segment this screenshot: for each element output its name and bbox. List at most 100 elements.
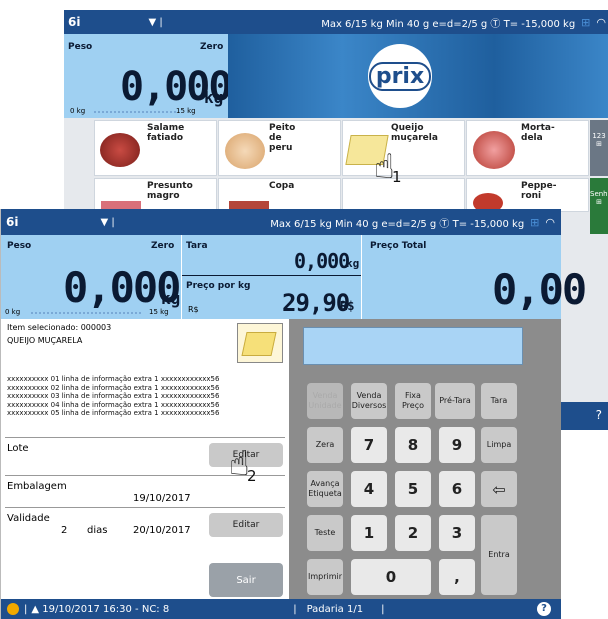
- salame-image: [100, 133, 140, 167]
- key-1-label: 1: [363, 524, 375, 542]
- side-tab-senha[interactable]: Senha⊞: [590, 178, 608, 234]
- imprimir-button[interactable]: Imprimir: [307, 559, 343, 595]
- front-help-icon[interactable]: ?: [537, 602, 551, 616]
- front-dropdown-icon[interactable]: ▼ |: [100, 217, 114, 228]
- key-1[interactable]: 1: [351, 515, 387, 551]
- key-6-label: 6: [451, 480, 463, 498]
- key-4[interactable]: 4: [351, 471, 387, 507]
- side-tab-123[interactable]: 123 ⊞: [590, 120, 608, 176]
- fixa-preco-button[interactable]: Fixa Preço: [395, 383, 431, 419]
- front-topbar: 6i ▼ | Max 6/15 kg Min 40 g e=d=2/5 g Ⓣ …: [1, 209, 561, 235]
- item-image: [237, 323, 283, 363]
- embalagem-label: Embalagem: [7, 481, 67, 492]
- key-9[interactable]: 9: [439, 427, 475, 463]
- backspace-button[interactable]: ⇦: [481, 471, 517, 507]
- back-weight-panel: Peso Zero 0,000 kg 0 kg 15 kg: [64, 34, 232, 118]
- limpa-label: Limpa: [486, 440, 512, 449]
- tara-key-label: Tara: [490, 396, 508, 405]
- embalagem-date: 19/10/2017: [133, 493, 191, 504]
- limpa-button[interactable]: Limpa: [481, 427, 517, 463]
- prix-logo-text: prix: [368, 61, 432, 91]
- tara-value: 0,000: [294, 249, 350, 273]
- bottom-divider-3: |: [381, 603, 385, 615]
- product-queijo-label: Queijo muçarela: [391, 123, 438, 143]
- venda-unidade-label: Venda Unidade: [308, 391, 342, 410]
- avanca-label: Avança Etiqueta: [308, 479, 342, 498]
- key-3-label: 3: [451, 524, 463, 542]
- avanca-etiqueta-button[interactable]: Avança Etiqueta: [307, 471, 343, 507]
- price-per-kg-currency: R$: [188, 305, 199, 314]
- peru-image: [225, 133, 265, 169]
- product-presunto[interactable]: Presunto magro: [94, 178, 217, 213]
- prix-logo: prix: [368, 44, 432, 108]
- teste-button[interactable]: Teste: [307, 515, 343, 551]
- product-salame-label: Salame fatiado: [147, 123, 185, 143]
- back-app-name: 6i: [68, 15, 81, 29]
- product-copa-label: Copa: [269, 181, 295, 191]
- pre-tara-label: Pré-Tara: [439, 396, 471, 405]
- key-0[interactable]: 0: [351, 559, 431, 595]
- product-pepperoni[interactable]: Peppe-roni: [466, 178, 589, 213]
- keypad-display[interactable]: [303, 327, 523, 365]
- key-2[interactable]: 2: [395, 515, 431, 551]
- datetime-text: ▲ 19/10/2017 16:30 - NC: 8: [31, 603, 170, 615]
- total-value: 0,00: [492, 265, 587, 314]
- validade-date: 20/10/2017: [133, 525, 191, 536]
- sair-button[interactable]: Sair: [209, 563, 283, 597]
- product-presunto-label: Presunto magro: [147, 181, 193, 201]
- back-topbar: 6i ▼ | Max 6/15 kg Min 40 g e=d=2/5 g Ⓣ …: [64, 10, 608, 34]
- bottom-divider-1: |: [24, 603, 28, 615]
- back-wifi-icon: ◠: [596, 15, 606, 29]
- key-comma-label: ,: [454, 568, 460, 586]
- product-mortadela-label: Morta-dela: [521, 123, 555, 143]
- validade-days-unit: dias: [87, 525, 108, 536]
- product-salame[interactable]: Salame fatiado: [94, 120, 217, 176]
- product-mortadela[interactable]: Morta-dela: [466, 120, 589, 176]
- validade-edit-button[interactable]: Editar: [209, 513, 283, 537]
- tara-button[interactable]: Tara: [481, 383, 517, 419]
- tara-label: Tara: [186, 241, 208, 251]
- imprimir-label: Imprimir: [307, 572, 343, 581]
- info-line-1: xxxxxxxxxx 01 linha de informação extra …: [7, 375, 220, 383]
- key-6[interactable]: 6: [439, 471, 475, 507]
- back-scale-bar: [94, 111, 176, 113]
- key-8[interactable]: 8: [395, 427, 431, 463]
- back-scale-min: 0 kg: [70, 107, 86, 115]
- back-network-icon: ⊞: [581, 15, 591, 29]
- back-zero-label: Zero: [200, 42, 224, 52]
- front-wifi-icon: ◠: [545, 215, 555, 229]
- key-7[interactable]: 7: [351, 427, 387, 463]
- key-2-label: 2: [407, 524, 419, 542]
- product-copa[interactable]: Copa: [218, 178, 341, 213]
- key-3[interactable]: 3: [439, 515, 475, 551]
- back-bottombar: ?: [554, 402, 608, 430]
- back-status: Max 6/15 kg Min 40 g e=d=2/5 g Ⓣ T= -15,…: [321, 18, 576, 30]
- step-1-label: 1: [392, 168, 402, 186]
- product-pepperoni-label: Peppe-roni: [521, 181, 557, 201]
- backspace-icon: ⇦: [492, 479, 506, 499]
- back-weight-label: Peso: [68, 42, 93, 52]
- front-weight-panel: Peso Zero 0,000 kg 0 kg 15 kg: [1, 235, 181, 319]
- pre-tara-button[interactable]: Pré-Tara: [435, 383, 475, 419]
- cheese-image: [241, 332, 277, 356]
- key-5[interactable]: 5: [395, 471, 431, 507]
- validade-days: 2: [61, 525, 68, 536]
- item-info-panel: Item selecionado: 000003 QUEIJO MUÇARELA…: [1, 319, 289, 599]
- back-dropdown-icon[interactable]: ▼ |: [148, 17, 162, 28]
- key-0-label: 0: [385, 568, 397, 586]
- zera-button[interactable]: Zera: [307, 427, 343, 463]
- back-help-icon[interactable]: ?: [596, 408, 602, 422]
- product-peito-peru[interactable]: Peito de peru: [218, 120, 341, 176]
- venda-diversos-button[interactable]: Venda Diversos: [351, 383, 387, 419]
- item-selected-text: Item selecionado: 000003: [7, 323, 112, 332]
- venda-unidade-button[interactable]: Venda Unidade: [307, 383, 343, 419]
- hand-cursor-2: ☝ 2: [229, 447, 271, 497]
- front-screen: 6i ▼ | Max 6/15 kg Min 40 g e=d=2/5 g Ⓣ …: [0, 209, 587, 619]
- step-2-label: 2: [247, 467, 257, 485]
- sair-label: Sair: [236, 574, 256, 586]
- key-comma[interactable]: ,: [439, 559, 475, 595]
- info-line-5: xxxxxxxxxx 05 linha de informação extra …: [7, 409, 220, 418]
- front-weight-label: Peso: [7, 241, 32, 251]
- entra-button[interactable]: Entra: [481, 515, 517, 595]
- tara-separator: [182, 275, 362, 276]
